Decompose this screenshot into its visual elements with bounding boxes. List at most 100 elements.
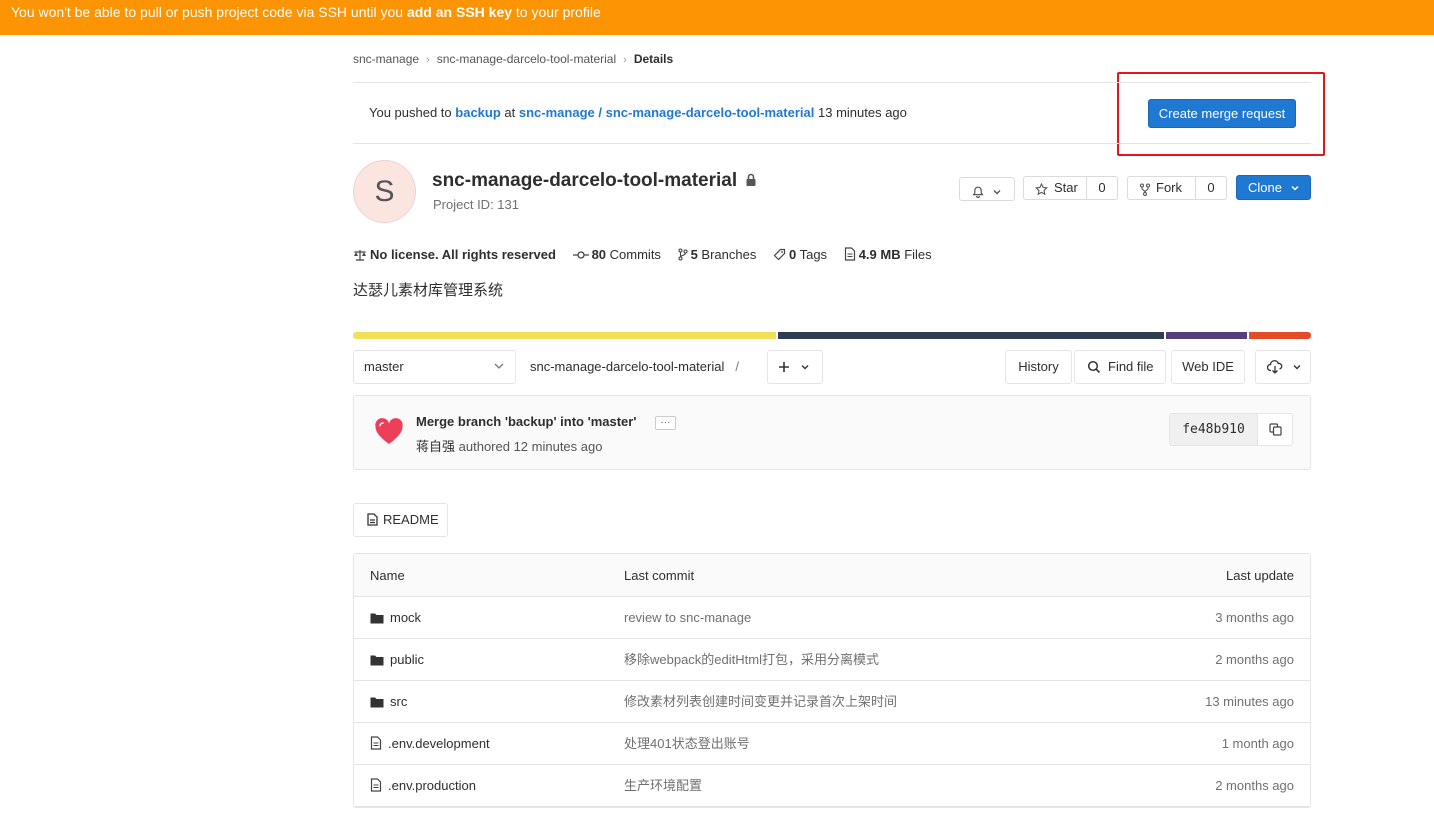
file-last-commit-link[interactable]: review to snc-manage [624,597,751,639]
find-file-button[interactable]: Find file [1074,350,1166,384]
language-segment[interactable] [778,332,1164,339]
file-name-link[interactable]: mock [390,610,421,625]
fork-label: Fork [1156,180,1182,195]
file-last-commit-link[interactable]: 处理401状态登出账号 [624,723,750,765]
file-last-update: 3 months ago [1215,610,1294,625]
ssh-key-warning-banner: You won't be able to pull or push projec… [0,0,1434,35]
project-id: Project ID: 131 [433,197,519,212]
star-count[interactable]: 0 [1086,176,1118,200]
file-name-link[interactable]: .env.development [388,736,490,751]
repo-path-root-link[interactable]: snc-manage-darcelo-tool-material [530,359,724,374]
notification-dropdown[interactable] [959,177,1015,201]
clone-label: Clone [1248,180,1282,195]
add-to-tree-dropdown[interactable] [767,350,823,384]
file-last-update: 2 months ago [1215,652,1294,667]
file-last-commit-link[interactable]: 移除webpack的editHtml打包，采用分离模式 [624,639,879,681]
file-name-link[interactable]: public [390,652,424,667]
license-text: No license. All rights reserved [370,247,556,262]
pushed-branch-link[interactable]: backup [455,105,501,120]
clone-dropdown-button[interactable]: Clone [1236,175,1311,200]
push-notice-time: 13 minutes ago [818,105,907,120]
breadcrumb-current[interactable]: Details [634,52,673,66]
fork-count[interactable]: 0 [1195,176,1227,200]
project-title: snc-manage-darcelo-tool-material [432,170,757,192]
files-size: 4.9 MB [858,247,901,262]
table-row[interactable]: src 修改素材列表创建时间变更并记录首次上架时间 13 minutes ago [354,681,1310,723]
file-name-cell: public [370,639,424,683]
add-ssh-key-link[interactable]: add an SSH key [407,4,512,20]
create-merge-request-button[interactable]: Create merge request [1148,99,1296,128]
branches-stat[interactable]: 5 Branches [678,247,756,262]
divider [353,143,1311,144]
scale-icon [354,250,366,261]
expand-commit-message-button[interactable]: ··· [655,416,676,430]
breadcrumb-group-link[interactable]: snc-manage [353,52,419,66]
tags-label: Tags [799,247,828,262]
file-icon [844,247,855,261]
fork-icon [1139,181,1151,203]
file-name-link[interactable]: .env.production [388,778,476,793]
project-name: snc-manage-darcelo-tool-material [432,170,738,192]
star-button[interactable]: Star 0 [1023,176,1118,200]
tags-stat[interactable]: 0 Tags [773,247,827,262]
tags-count: 0 [788,247,797,262]
file-name-cell: .env.development [370,723,490,767]
chevron-down-icon [1290,177,1300,200]
column-header-last-commit: Last commit [624,568,695,583]
commit-author-line: 蒋自强 authored 12 minutes ago [416,436,602,455]
fork-button[interactable]: Fork 0 [1127,176,1227,200]
table-row[interactable]: .env.development 处理401状态登出账号 1 month ago [354,723,1310,765]
readme-button[interactable]: README [353,503,448,537]
file-last-commit-link[interactable]: 生产环境配置 [624,765,702,807]
copy-icon [1269,423,1282,439]
commit-author-link[interactable]: 蒋自强 [416,439,455,454]
language-segment[interactable] [353,332,776,339]
project-stats: No license. All rights reserved 80 Commi… [353,247,945,262]
breadcrumb-project-link[interactable]: snc-manage-darcelo-tool-material [437,52,616,66]
chevron-down-icon [992,182,1002,204]
history-button[interactable]: History [1005,350,1072,384]
commit-message-link[interactable]: Merge branch 'backup' into 'master' [416,414,636,429]
tag-icon [773,248,786,261]
table-row[interactable]: .env.production 生产环境配置 2 months ago [354,765,1310,807]
files-label: Files [904,247,932,262]
folder-icon [370,641,384,683]
download-dropdown[interactable] [1255,350,1311,384]
commits-stat[interactable]: 80 Commits [572,247,661,262]
chevron-right-icon: › [623,54,627,66]
branch-select-dropdown[interactable]: master [353,350,516,384]
bell-icon [972,183,984,205]
find-file-label: Find file [1108,359,1154,374]
chevron-right-icon: › [426,54,430,66]
file-last-update: 2 months ago [1215,778,1294,793]
file-last-commit-link[interactable]: 修改素材列表创建时间变更并记录首次上架时间 [624,681,897,723]
file-name-cell: .env.production [370,765,476,809]
lock-icon [745,170,757,192]
file-name-link[interactable]: src [390,694,407,709]
table-row[interactable]: public 移除webpack的editHtml打包，采用分离模式 2 month… [354,639,1310,681]
project-description: 达瑟儿素材库管理系统 [353,282,504,299]
heart-avatar-icon[interactable] [374,418,404,449]
file-tree-table: Name Last commit Last update mock review … [353,553,1311,808]
column-header-name: Name [370,568,405,583]
commits-count: 80 [591,247,607,262]
commit-sha-label[interactable]: fe48b910 [1169,413,1258,446]
license-stat[interactable]: No license. All rights reserved [353,247,556,262]
plus-icon [778,351,790,395]
push-notice-prefix: You pushed to [369,105,452,120]
folder-icon [370,599,384,641]
repository-language-bar [353,332,1311,339]
table-row[interactable]: mock review to snc-manage 3 months ago [354,597,1310,639]
copy-sha-button[interactable] [1257,413,1293,446]
chevron-down-icon [800,351,810,395]
pushed-project-link[interactable]: snc-manage / snc-manage-darcelo-tool-mat… [519,105,814,120]
files-stat[interactable]: 4.9 MB Files [844,247,932,262]
folder-icon [370,683,384,725]
commits-label: Commits [609,247,661,262]
language-segment[interactable] [1249,332,1311,339]
web-ide-button[interactable]: Web IDE [1171,350,1245,384]
language-segment[interactable] [1166,332,1247,339]
project-avatar[interactable]: S [353,160,416,223]
file-icon [370,767,382,809]
divider [353,82,1311,83]
